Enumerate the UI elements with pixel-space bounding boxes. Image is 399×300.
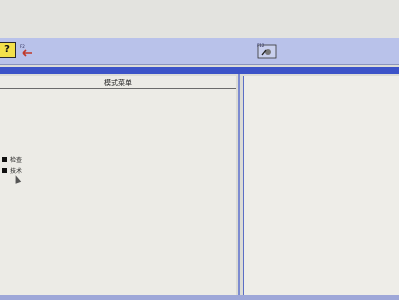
panel-divider (238, 74, 240, 300)
mode-menu-panel: 模式菜单 检查 技术 (0, 76, 236, 295)
menu-marker-icon (2, 168, 7, 173)
function-key-toolbar: ? F2 F12 (0, 38, 399, 65)
menu-item-inspection[interactable]: 检查 (2, 155, 22, 164)
f2-label: F2 (20, 44, 25, 49)
mouse-cursor-icon (12, 174, 22, 184)
help-icon[interactable]: ? (0, 42, 16, 58)
menu-item-label: 技术 (10, 168, 23, 175)
f12-label: F12 (257, 43, 265, 48)
page-title: 模式菜单 (104, 79, 132, 87)
top-strip (0, 0, 399, 38)
help-key-label: ? (4, 44, 10, 55)
detail-panel (243, 76, 399, 295)
f2-key-icon[interactable]: F2 (20, 42, 36, 57)
title-underline (0, 88, 236, 89)
blue-separator (0, 67, 399, 74)
status-bar (0, 295, 399, 300)
f12-key-icon[interactable]: F12 (257, 41, 277, 59)
menu-item-technical[interactable]: 技术 (2, 166, 22, 175)
menu-item-label: 检查 (10, 157, 23, 164)
menu-marker-icon (2, 157, 7, 162)
